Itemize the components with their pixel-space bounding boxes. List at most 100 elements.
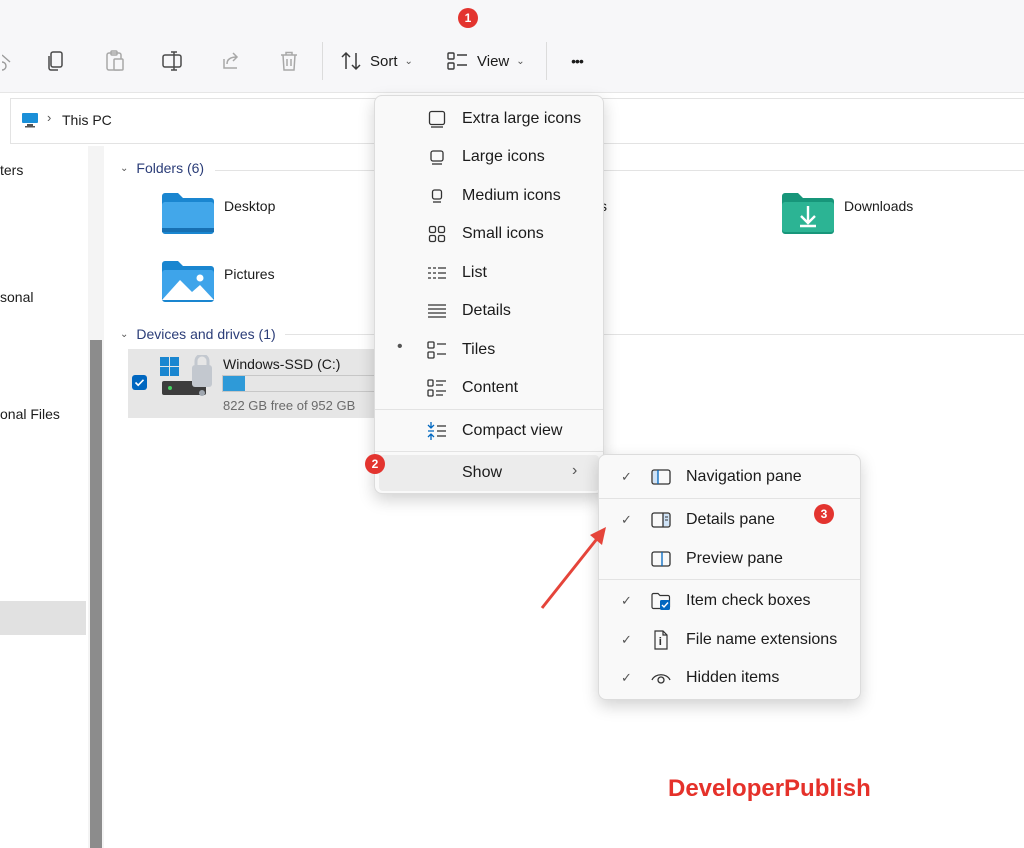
folders-header-label: Folders (6)	[136, 160, 205, 176]
menu-item-list[interactable]: List	[379, 255, 599, 291]
annotation-badge-3: 3	[814, 504, 834, 524]
nav-scrollbar-thumb[interactable]	[90, 340, 102, 848]
drive-usage-bar	[222, 375, 378, 392]
breadcrumb-this-pc[interactable]: This PC	[62, 112, 112, 128]
rename-icon[interactable]	[159, 44, 187, 78]
nav-item-selected[interactable]	[0, 601, 86, 635]
folder-name-pictures: Pictures	[224, 266, 275, 282]
checkmark-icon: ✓	[621, 593, 632, 608]
chevron-down-icon: ⌄	[120, 162, 129, 174]
folder-name-downloads: Downloads	[844, 198, 914, 214]
menu-item-label: Preview pane	[686, 550, 783, 567]
folder-tile-pictures[interactable]: Pictures	[160, 258, 370, 310]
details-icon	[427, 301, 447, 321]
list-icon	[427, 263, 447, 283]
menu-item-label: Medium icons	[462, 187, 561, 204]
drives-header-label: Devices and drives (1)	[136, 326, 276, 342]
chevron-down-icon: ⌄	[404, 55, 413, 67]
this-pc-icon	[22, 113, 38, 128]
selected-bullet-icon: •	[397, 338, 403, 355]
checkmark-icon: ✓	[621, 632, 632, 647]
item-checkbox[interactable]	[132, 375, 147, 390]
menu-item-label: Tiles	[462, 341, 496, 358]
command-bar: Sort ⌄ View ⌄ •••	[0, 0, 1024, 93]
delete-icon[interactable]	[275, 44, 303, 78]
menu-separator	[375, 409, 603, 410]
folder-tile-downloads[interactable]: Downloads	[780, 190, 1000, 242]
drives-group-header[interactable]: ⌄ Devices and drives (1)	[120, 326, 276, 342]
preview-pane-icon	[651, 549, 671, 569]
view-menu: Extra large icons Large icons Medium ico…	[374, 95, 604, 494]
menu-item-details[interactable]: Details	[379, 293, 599, 329]
sort-button[interactable]: Sort ⌄	[340, 44, 422, 78]
copy-icon[interactable]	[42, 44, 70, 78]
menu-item-large-icons[interactable]: Large icons	[379, 139, 599, 175]
menu-item-preview-pane[interactable]: Preview pane	[603, 541, 856, 577]
folder-tile-desktop[interactable]: Desktop	[160, 190, 370, 242]
annotation-arrow	[540, 527, 606, 609]
cut-icon[interactable]	[0, 44, 14, 78]
menu-item-label: Small icons	[462, 225, 544, 242]
content-icon	[427, 378, 447, 398]
group-divider	[215, 170, 1024, 171]
menu-separator	[599, 579, 860, 580]
share-icon[interactable]	[217, 44, 245, 78]
nav-item-partial[interactable]: sonal	[0, 289, 33, 305]
menu-item-label: File name extensions	[686, 631, 838, 648]
menu-item-show[interactable]: Show ›	[379, 455, 599, 491]
checkmark-icon: ✓	[621, 512, 632, 527]
large-icons-icon	[427, 147, 447, 167]
medium-icons-icon	[427, 186, 447, 206]
drive-name: Windows-SSD (C:)	[223, 356, 341, 372]
downloads-folder-icon	[782, 193, 834, 234]
menu-item-label: Hidden items	[686, 669, 780, 686]
drive-tile-c[interactable]: Windows-SSD (C:) 822 GB free of 952 GB	[128, 349, 378, 418]
menu-item-hidden-items[interactable]: ✓ Hidden items	[603, 660, 856, 696]
menu-item-label: List	[462, 264, 487, 281]
annotation-badge-1: 1	[458, 8, 478, 28]
menu-item-extra-large-icons[interactable]: Extra large icons	[379, 101, 599, 137]
menu-item-navigation-pane[interactable]: ✓ Navigation pane	[603, 459, 856, 495]
more-icon: •••	[571, 53, 584, 69]
folders-group-header[interactable]: ⌄ Folders (6)	[120, 160, 204, 176]
more-options-button[interactable]: •••	[562, 44, 592, 78]
extra-large-icons-icon	[427, 109, 447, 129]
pictures-folder-icon	[162, 261, 214, 302]
menu-item-small-icons[interactable]: Small icons	[379, 216, 599, 252]
menu-item-item-check-boxes[interactable]: ✓ Item check boxes	[603, 583, 856, 619]
menu-item-label: Large icons	[462, 148, 545, 165]
menu-item-label: Extra large icons	[462, 110, 582, 127]
menu-item-label: Navigation pane	[686, 468, 802, 485]
details-pane-icon	[651, 510, 671, 530]
nav-item-partial[interactable]: onal Files	[0, 406, 60, 422]
show-submenu: ✓ Navigation pane ✓ Details pane Preview…	[598, 454, 861, 700]
desktop-folder-icon	[162, 193, 214, 234]
view-label: View	[477, 52, 510, 70]
menu-item-content[interactable]: Content	[379, 370, 599, 406]
chevron-down-icon: ⌄	[120, 328, 129, 340]
menu-item-tiles[interactable]: • Tiles	[379, 332, 599, 368]
checkmark-icon: ✓	[621, 670, 632, 685]
menu-item-label: Content	[462, 379, 519, 396]
nav-item-partial[interactable]: ters	[0, 162, 23, 178]
navigation-pane: ters sonal onal Files	[0, 146, 87, 848]
sort-label: Sort	[370, 52, 398, 70]
menu-item-compact-view[interactable]: Compact view	[379, 413, 599, 449]
item-check-boxes-icon	[651, 591, 671, 611]
navigation-pane-icon	[651, 467, 671, 487]
menu-item-file-name-extensions[interactable]: ✓ File name extensions	[603, 622, 856, 658]
breadcrumb-chevron-icon: ›	[47, 110, 52, 125]
menu-separator	[375, 451, 603, 452]
menu-item-label: Details	[462, 302, 511, 319]
paste-icon[interactable]	[101, 44, 129, 78]
drive-icon	[160, 355, 212, 396]
checkmark-icon: ✓	[621, 469, 632, 484]
view-icon	[447, 52, 467, 70]
menu-item-label: Details pane	[686, 511, 775, 528]
file-name-extensions-icon	[651, 630, 671, 650]
hidden-items-icon	[651, 668, 671, 688]
toolbar-separator	[546, 42, 547, 80]
view-button[interactable]: View ⌄	[447, 44, 529, 78]
watermark-text: DeveloperPublish	[668, 775, 871, 802]
menu-item-medium-icons[interactable]: Medium icons	[379, 178, 599, 214]
